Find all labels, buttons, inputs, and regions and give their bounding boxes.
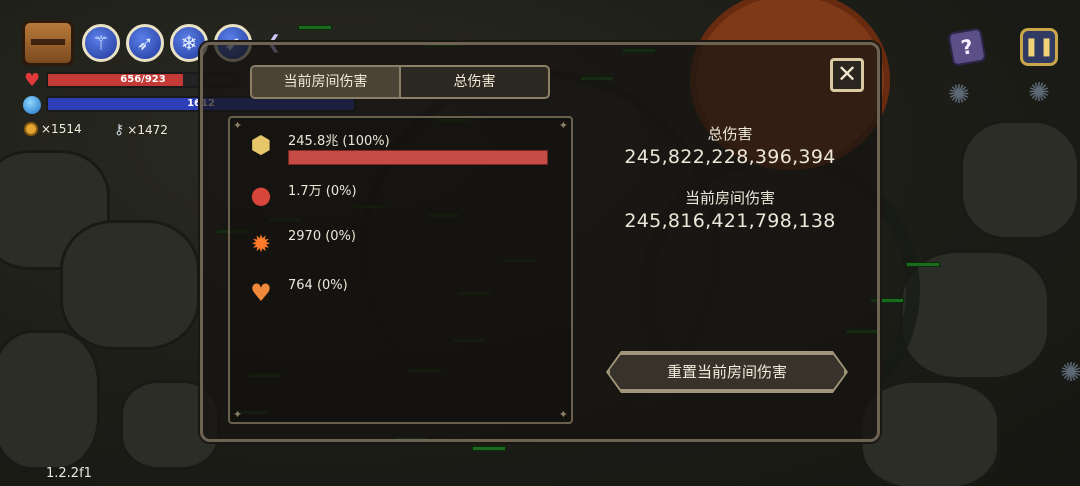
damage-share-bar-fill xyxy=(288,150,548,165)
key-counter: ⚷ ×1472 xyxy=(114,122,168,138)
golden-crest-icon: ⬢ xyxy=(250,131,272,159)
damage-tabs: 当前房间伤害 总伤害 xyxy=(250,65,550,99)
tab-current-room-damage[interactable]: 当前房间伤害 xyxy=(252,67,401,97)
reset-room-damage-button[interactable]: 重置当前房间伤害 xyxy=(608,353,846,391)
mana-orb-icon xyxy=(23,96,41,114)
corner-ornament: ✦ xyxy=(558,408,568,421)
key-count: ×1472 xyxy=(127,123,168,137)
orange-heart-icon: ♥ xyxy=(250,279,272,307)
damage-source-value: 2970 (0%) xyxy=(288,229,356,244)
damage-source-value: 764 (0%) xyxy=(288,278,348,293)
tab-total-damage[interactable]: 总伤害 xyxy=(401,67,548,97)
coin-icon xyxy=(24,122,38,136)
damage-source-row: ● 1.7万 (0%) xyxy=(244,178,357,212)
version-label: 1.2.2f1 xyxy=(46,466,92,481)
total-damage-label: 总伤害 xyxy=(707,125,753,143)
room-damage-label: 当前房间伤害 xyxy=(684,189,775,207)
inventory-chest-button[interactable] xyxy=(22,20,74,66)
pause-button[interactable]: ❚❚ xyxy=(1020,28,1058,66)
coin-counter: ×1514 xyxy=(24,122,82,136)
corner-ornament: ✦ xyxy=(233,119,243,132)
close-button[interactable]: ✕ xyxy=(830,58,864,92)
ladybug-orb-icon: ● xyxy=(250,181,272,209)
heart-icon: ♥ xyxy=(24,70,41,91)
key-icon: ⚷ xyxy=(114,122,125,138)
damage-share-bar xyxy=(288,150,548,165)
coin-count: ×1514 xyxy=(41,122,82,136)
damage-source-row: ♥ 764 (0%) xyxy=(244,276,348,310)
help-book-button[interactable]: ? xyxy=(947,27,987,67)
damage-source-value: 245.8兆 (100%) xyxy=(288,134,390,149)
total-damage-value: 245,822,228,396,394 xyxy=(624,146,836,168)
corner-ornament: ✦ xyxy=(558,119,568,132)
room-damage-value: 245,816,421,798,138 xyxy=(624,210,836,232)
weapon-slot-spear-icon[interactable]: ➶ xyxy=(126,24,164,62)
fire-flower-icon: ✹ xyxy=(250,230,272,258)
damage-source-value: 1.7万 (0%) xyxy=(288,184,357,199)
corner-ornament: ✦ xyxy=(233,408,243,421)
damage-source-row: ✹ 2970 (0%) xyxy=(244,227,356,261)
weapon-slot-staff-icon[interactable]: ⚚ xyxy=(82,24,120,62)
